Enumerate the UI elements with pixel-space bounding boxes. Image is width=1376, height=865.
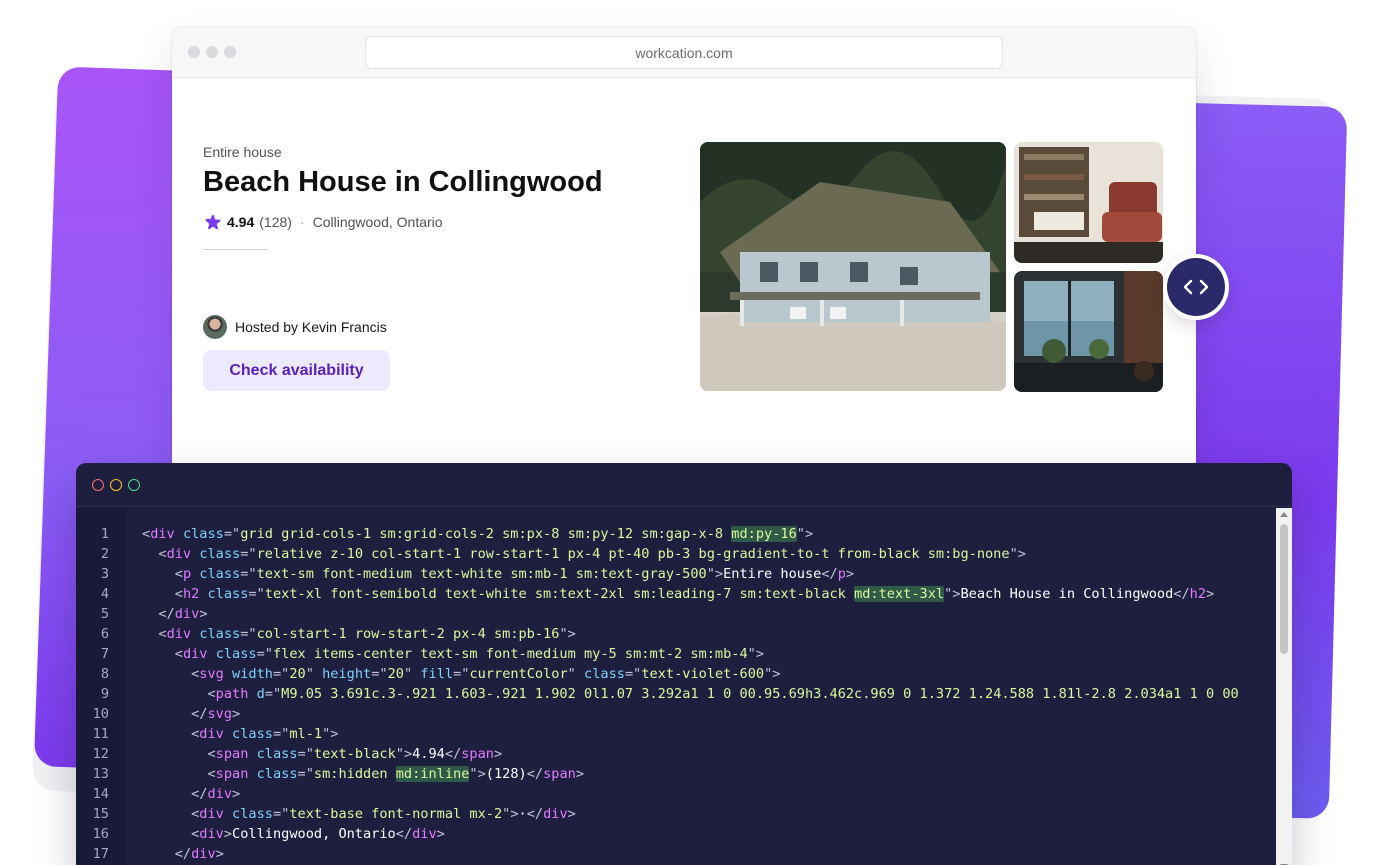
code-line: 1 <div class="grid grid-cols-1 sm:grid-co… [76, 524, 1276, 544]
code-line: 12 <span class="text-black">4.94</span> [76, 744, 1276, 764]
code-lines: 1 <div class="grid grid-cols-1 sm:grid-co… [76, 524, 1276, 864]
code-line: 3 <p class="text-sm font-medium text-whi… [76, 564, 1276, 584]
listing-card: Entire house Beach House in Collingwood … [172, 78, 1196, 497]
photo-interior-window[interactable] [1014, 271, 1163, 392]
line-number: 7 [100, 646, 109, 662]
line-number: 3 [100, 566, 109, 582]
line-number: 9 [100, 686, 109, 702]
code-text: <div class="flex items-center text-sm fo… [174, 646, 765, 662]
line-number: 5 [100, 606, 109, 622]
code-line: 4 <h2 class="text-xl font-semibold text-… [76, 584, 1276, 604]
window-dot-icon [224, 46, 236, 58]
code-text: </div> [191, 786, 241, 802]
code-text: </svg> [191, 706, 241, 722]
code-line: 5 </div> [76, 604, 1276, 624]
code-text: </div> [158, 606, 208, 622]
code-toggle-button[interactable] [1163, 254, 1229, 320]
code-line: 7 <div class="flex items-center text-sm … [76, 644, 1276, 664]
code-line: 10 </svg> [76, 704, 1276, 724]
line-number: 14 [92, 786, 109, 802]
code-text: <div>Collingwood, Ontario</div> [191, 826, 445, 842]
code-text: <h2 class="text-xl font-semibold text-wh… [174, 586, 1215, 602]
line-number: 16 [92, 826, 109, 842]
line-number: 13 [92, 766, 109, 782]
code-line: 9 <path d="M9.05 3.691c.3-.921 1.603-.92… [76, 684, 1276, 704]
code-text: <svg width="20" height="20" fill="curren… [191, 666, 781, 682]
scroll-up-icon[interactable] [1280, 512, 1288, 517]
code-brackets-icon [1167, 258, 1225, 316]
code-text: </div> [174, 846, 224, 862]
code-text: <div class="text-base font-normal mx-2">… [191, 806, 576, 822]
editor-body[interactable]: 1 <div class="grid grid-cols-1 sm:grid-co… [76, 508, 1292, 865]
code-text: <p class="text-sm font-medium text-white… [174, 566, 855, 582]
scrollbar-thumb[interactable] [1280, 524, 1288, 654]
maximize-dot-icon[interactable] [128, 479, 140, 491]
code-text: <div class="ml-1"> [191, 726, 339, 742]
code-line: 16 <div>Collingwood, Ontario</div> [76, 824, 1276, 844]
review-count: (128) [259, 214, 292, 230]
listing-type: Entire house [203, 144, 282, 160]
code-text: <span class="sm:hidden md:inline">(128)<… [207, 766, 585, 782]
code-line: 8 <svg width="20" height="20" fill="curr… [76, 664, 1276, 684]
editor-toolbar [76, 463, 1292, 507]
host-row: Hosted by Kevin Francis [203, 315, 387, 339]
stage: workcation.com Entire house Beach House … [0, 0, 1376, 865]
host-name: Hosted by Kevin Francis [235, 319, 387, 335]
code-line: 13 <span class="sm:hidden md:inline">(12… [76, 764, 1276, 784]
minimize-dot-icon[interactable] [110, 479, 122, 491]
check-availability-button[interactable]: Check availability [203, 350, 390, 391]
code-editor: 1 <div class="grid grid-cols-1 sm:grid-co… [76, 463, 1292, 865]
vertical-scrollbar[interactable] [1276, 508, 1292, 865]
code-line: 17 </div> [76, 844, 1276, 864]
line-number: 12 [92, 746, 109, 762]
window-dot-icon [206, 46, 218, 58]
window-dot-icon [188, 46, 200, 58]
code-line: 6 <div class="col-start-1 row-start-2 px… [76, 624, 1276, 644]
avatar [203, 315, 227, 339]
browser-window: workcation.com Entire house Beach House … [172, 27, 1196, 497]
star-icon [205, 214, 221, 230]
line-number: 6 [100, 626, 109, 642]
line-number: 11 [92, 726, 109, 742]
line-number: 1 [100, 526, 109, 542]
line-number: 2 [100, 546, 109, 562]
line-number: 10 [92, 706, 109, 722]
code-line: 15 <div class="text-base font-normal mx-… [76, 804, 1276, 824]
photo-main-beach-house[interactable] [700, 142, 1006, 391]
browser-toolbar: workcation.com [172, 27, 1196, 78]
rating-row: 4.94 (128) · Collingwood, Ontario [203, 212, 443, 232]
line-number: 15 [92, 806, 109, 822]
code-text: <path d="M9.05 3.691c.3-.921 1.603-.921 … [207, 686, 1239, 702]
code-line: 14 </div> [76, 784, 1276, 804]
code-line: 2 <div class="relative z-10 col-start-1 … [76, 544, 1276, 564]
code-text: <span class="text-black">4.94</span> [207, 746, 503, 762]
listing-title: Beach House in Collingwood [203, 166, 603, 198]
separator: · [299, 214, 305, 230]
divider [203, 249, 268, 250]
code-text: <div class="grid grid-cols-1 sm:grid-col… [142, 526, 814, 542]
line-number: 4 [100, 586, 109, 602]
code-line: 11 <div class="ml-1"> [76, 724, 1276, 744]
rating-value: 4.94 [227, 214, 255, 230]
address-bar[interactable]: workcation.com [365, 36, 1003, 69]
photo-interior-bookshelf[interactable] [1014, 142, 1163, 263]
close-dot-icon[interactable] [92, 479, 104, 491]
code-text: <div class="relative z-10 col-start-1 ro… [158, 546, 1026, 562]
code-text: <div class="col-start-1 row-start-2 px-4… [158, 626, 576, 642]
line-number: 17 [92, 846, 109, 862]
line-number: 8 [100, 666, 109, 682]
location: Collingwood, Ontario [312, 214, 443, 230]
